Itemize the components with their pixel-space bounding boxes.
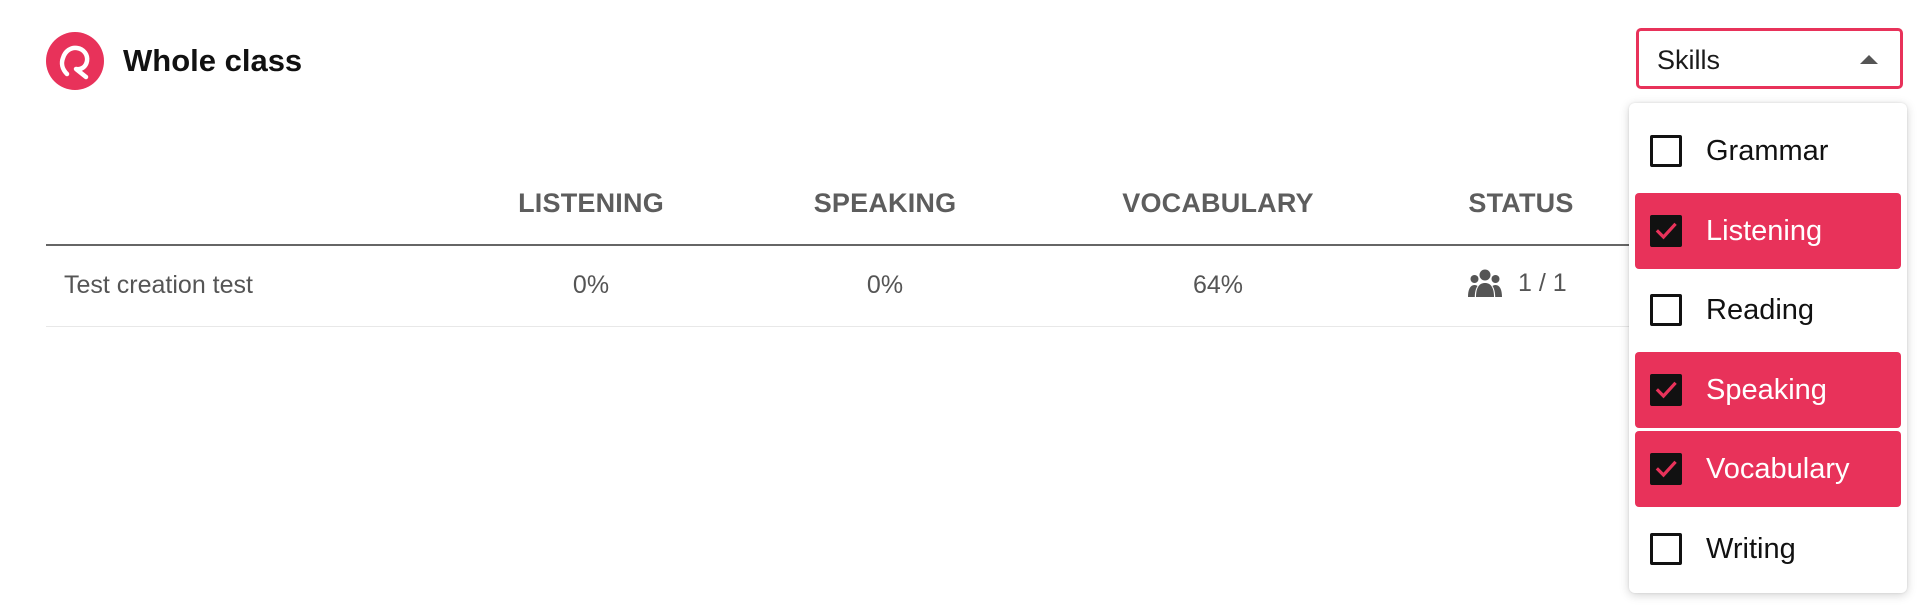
checkbox-checked-icon[interactable]	[1650, 453, 1682, 485]
checkbox-checked-icon[interactable]	[1650, 373, 1682, 406]
menu-item-label: Grammar	[1706, 135, 1829, 167]
skills-select[interactable]: Skills	[1636, 28, 1903, 89]
rg-logo-icon	[46, 32, 104, 90]
status-value: 1 / 1	[1518, 268, 1567, 297]
checkbox-checked-icon[interactable]	[1650, 214, 1682, 247]
checkbox-unchecked-icon[interactable]	[1650, 294, 1682, 326]
menu-item-label: Reading	[1706, 294, 1815, 326]
cell-speaking: 0%	[866, 271, 904, 299]
column-header-speaking[interactable]: SPEAKING	[814, 188, 957, 219]
checkbox-unchecked-icon[interactable]	[1650, 532, 1682, 565]
skills-menu-item-grammar[interactable]: Grammar	[1635, 113, 1901, 189]
cell-listening: 0%	[572, 271, 610, 299]
column-header-listening[interactable]: LISTENING	[518, 188, 664, 219]
row-name[interactable]: Test creation test	[64, 271, 253, 300]
column-header-status[interactable]: STATUS	[1468, 188, 1573, 219]
menu-item-label: Vocabulary	[1706, 453, 1850, 485]
menu-item-label: Writing	[1706, 532, 1796, 565]
cell-vocabulary: 64%	[1192, 271, 1244, 299]
report-page: Whole class Skills LISTENING SPEAKING VO…	[0, 0, 1922, 616]
menu-item-label: Listening	[1706, 214, 1823, 247]
report-table: LISTENING SPEAKING VOCABULARY STATUS Tes…	[46, 170, 1636, 327]
skills-select-value: Skills	[1657, 45, 1721, 75]
skills-menu-item-speaking[interactable]: Speaking	[1635, 351, 1901, 428]
menu-item-label: Speaking	[1706, 373, 1827, 406]
caret-up-icon	[1860, 55, 1878, 64]
skills-menu-item-listening[interactable]: Listening	[1635, 192, 1901, 269]
people-group-icon	[1468, 269, 1502, 297]
skills-menu-item-reading[interactable]: Reading	[1635, 272, 1901, 348]
skills-menu-item-vocabulary[interactable]: Vocabulary	[1635, 431, 1901, 507]
checkbox-unchecked-icon[interactable]	[1650, 135, 1682, 167]
status-cell: 1 / 1	[1468, 268, 1567, 298]
column-header-vocabulary[interactable]: VOCABULARY	[1122, 188, 1314, 219]
skills-menu: Grammar Listening Reading Speaking Vocab…	[1629, 103, 1907, 593]
page-title: Whole class	[123, 43, 303, 78]
skills-menu-item-writing[interactable]: Writing	[1635, 511, 1901, 587]
table-header: LISTENING SPEAKING VOCABULARY STATUS	[46, 170, 1636, 246]
table-row[interactable]: Test creation test 0% 0% 64% 1 / 1	[46, 246, 1636, 327]
